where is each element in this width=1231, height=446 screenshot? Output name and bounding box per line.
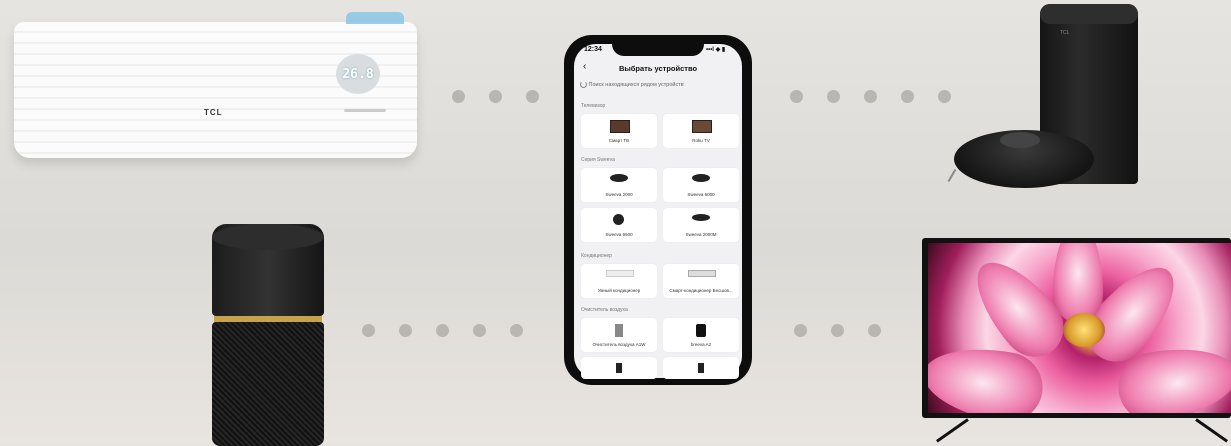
flower-petal xyxy=(1053,243,1103,323)
device-card-label: Sweeva 6500 xyxy=(605,232,633,237)
ac-temperature-display: 26.8 xyxy=(336,54,380,94)
purifier-thumbnail-icon xyxy=(615,324,623,337)
dock-brand-logo: TCL xyxy=(1060,30,1070,36)
dot xyxy=(868,324,881,337)
purifier-body xyxy=(212,322,324,446)
device-thumbnail-icon xyxy=(698,363,704,373)
ac-thumbnail-icon xyxy=(688,270,716,277)
section-label-ac: Кондиционер xyxy=(581,253,612,259)
device-card-smart-tv[interactable]: Смарт ТВ xyxy=(581,114,657,148)
ac-indicator-light xyxy=(346,12,404,24)
dot xyxy=(510,324,523,337)
search-label: Поиск находящихся рядом устройств xyxy=(588,81,684,88)
device-card-roku-tv[interactable]: Roku TV xyxy=(663,114,739,148)
purifier-thumbnail-icon xyxy=(696,324,706,337)
device-thumbnail-icon xyxy=(616,363,622,373)
loading-icon xyxy=(580,81,587,88)
dot xyxy=(489,90,502,103)
device-card-label: Sweeva 6000 xyxy=(687,192,715,197)
device-card-sweeva-2000m[interactable]: Sweeva 2000M xyxy=(663,208,739,242)
device-card-label: Sweeva 2000M xyxy=(685,232,717,237)
status-icons: •••l ◆ ▮ xyxy=(706,47,726,53)
dot xyxy=(399,324,412,337)
flower-center xyxy=(1063,313,1105,347)
dot xyxy=(473,324,486,337)
robot-vacuum-thumbnail-icon xyxy=(613,214,624,225)
screen-title: Выбрать устройство xyxy=(618,64,698,73)
connector-dots-vacuum xyxy=(790,90,951,103)
dot xyxy=(794,324,807,337)
device-card-label: Sweeva 2000 xyxy=(605,192,633,197)
dot xyxy=(436,324,449,337)
dock-lid xyxy=(1040,4,1138,24)
device-card-label: Умный кондиционер xyxy=(597,288,641,293)
device-card-label: breeva A2 xyxy=(690,342,712,347)
device-card-purifier-a1w[interactable]: Очиститель воздуха A1W xyxy=(581,318,657,352)
tv-screen-flower xyxy=(928,243,1231,413)
device-card-sweeva-6500[interactable]: Sweeva 6500 xyxy=(581,208,657,242)
air-conditioner-image: 26.8 TCL xyxy=(14,12,417,158)
tv-stand-left xyxy=(936,418,969,443)
device-card-smart-ac[interactable]: Умный кондиционер xyxy=(581,264,657,298)
section-label-tv: Телевизор xyxy=(581,103,606,109)
device-card-partial[interactable] xyxy=(663,357,739,379)
dot xyxy=(831,324,844,337)
ac-brand-logo: TCL xyxy=(204,108,223,117)
device-card-label: Roku TV xyxy=(692,138,710,143)
device-card-label: Смарт ТВ xyxy=(608,138,630,143)
dot xyxy=(901,90,914,103)
dot xyxy=(864,90,877,103)
device-card-label: Очиститель воздуха A1W xyxy=(592,342,646,347)
nearby-search-row[interactable]: Поиск находящихся рядом устройств xyxy=(580,81,684,88)
dot xyxy=(526,90,539,103)
dot xyxy=(938,90,951,103)
air-purifier-image xyxy=(212,224,324,446)
device-card-sweeva-2000[interactable]: Sweeva 2000 xyxy=(581,168,657,202)
connector-dots-ac xyxy=(452,90,539,103)
robot-lidar-turret xyxy=(1000,132,1040,148)
robot-vacuum-thumbnail-icon xyxy=(610,174,628,182)
device-card-breeva-a2[interactable]: breeva A2 xyxy=(663,318,739,352)
device-card-partial[interactable] xyxy=(581,357,657,379)
status-time: 12:34 xyxy=(584,46,602,53)
tv-thumbnail-icon xyxy=(692,120,712,133)
dot xyxy=(790,90,803,103)
device-card-seamless-ac[interactable]: Смарт-кондиционер Бесшов... xyxy=(663,264,739,298)
phone-notch xyxy=(612,38,704,56)
device-card-label: Смарт-кондиционер Бесшов... xyxy=(669,288,733,293)
dot xyxy=(362,324,375,337)
dot xyxy=(452,90,465,103)
ac-thumbnail-icon xyxy=(606,270,634,277)
robot-vacuum-thumbnail-icon xyxy=(692,214,710,221)
purifier-top xyxy=(212,224,324,250)
section-label-sweeva: Серия Sweeva xyxy=(581,157,615,163)
section-label-purifier: Очиститель воздуха xyxy=(581,307,628,313)
connector-dots-purifier xyxy=(362,324,523,337)
tv-stand-right xyxy=(1195,418,1228,443)
device-card-sweeva-6000[interactable]: Sweeva 6000 xyxy=(663,168,739,202)
ac-control-strip xyxy=(344,109,386,112)
dot xyxy=(827,90,840,103)
tv-thumbnail-icon xyxy=(610,120,630,133)
connector-dots-tv xyxy=(794,324,881,337)
robot-vacuum-thumbnail-icon xyxy=(692,174,710,182)
